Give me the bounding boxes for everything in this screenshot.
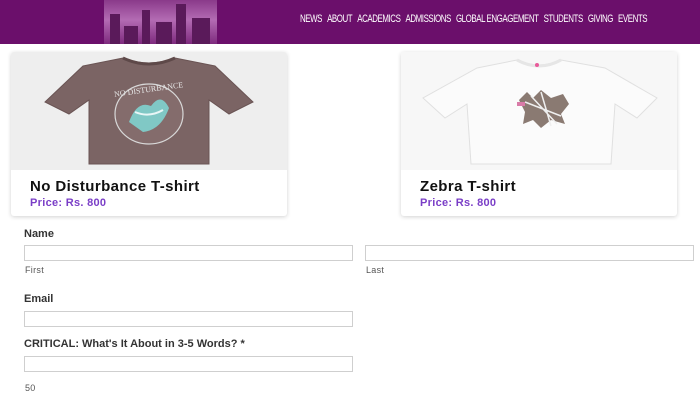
first-name-sublabel: First	[25, 265, 44, 275]
nav-item-admissions[interactable]: ADMISSIONS	[405, 13, 451, 31]
nav-item-events[interactable]: EVENTS	[618, 13, 648, 31]
nav-item-academics[interactable]: ACADEMICS	[357, 13, 401, 31]
product-price: Price: Rs. 800	[420, 197, 497, 209]
main-nav: NEWS ABOUT ACADEMICS ADMISSIONS GLOBAL E…	[300, 13, 648, 31]
character-count: 50	[25, 383, 36, 393]
product-image[interactable]	[401, 52, 677, 170]
nav-item-news[interactable]: NEWS	[300, 13, 322, 31]
nav-item-global-engagement[interactable]: GLOBAL ENGAGEMENT	[456, 13, 539, 31]
nav-item-students[interactable]: STUDENTS	[544, 13, 584, 31]
product-image[interactable]: NO DISTURBANCE	[11, 52, 287, 170]
product-card[interactable]: NO DISTURBANCE No Disturbance T-shirt Pr…	[11, 52, 287, 216]
product-title[interactable]: Zebra T-shirt	[420, 178, 516, 195]
name-label: Name	[24, 228, 54, 240]
nav-item-about[interactable]: ABOUT	[327, 13, 353, 31]
email-label: Email	[24, 293, 54, 305]
nav-item-giving[interactable]: GIVING	[588, 13, 614, 31]
email-input[interactable]	[24, 311, 353, 327]
last-name-sublabel: Last	[366, 265, 385, 275]
product-card[interactable]: Zebra T-shirt Price: Rs. 800	[401, 52, 677, 216]
critical-label: CRITICAL: What's It About in 3-5 Words? …	[24, 338, 245, 350]
site-logo[interactable]	[104, 0, 217, 44]
product-price: Price: Rs. 800	[30, 197, 107, 209]
site-header: NEWS ABOUT ACADEMICS ADMISSIONS GLOBAL E…	[0, 0, 700, 44]
last-name-input[interactable]	[365, 245, 694, 261]
first-name-input[interactable]	[24, 245, 353, 261]
critical-input[interactable]	[24, 356, 353, 372]
product-title[interactable]: No Disturbance T-shirt	[30, 178, 200, 195]
